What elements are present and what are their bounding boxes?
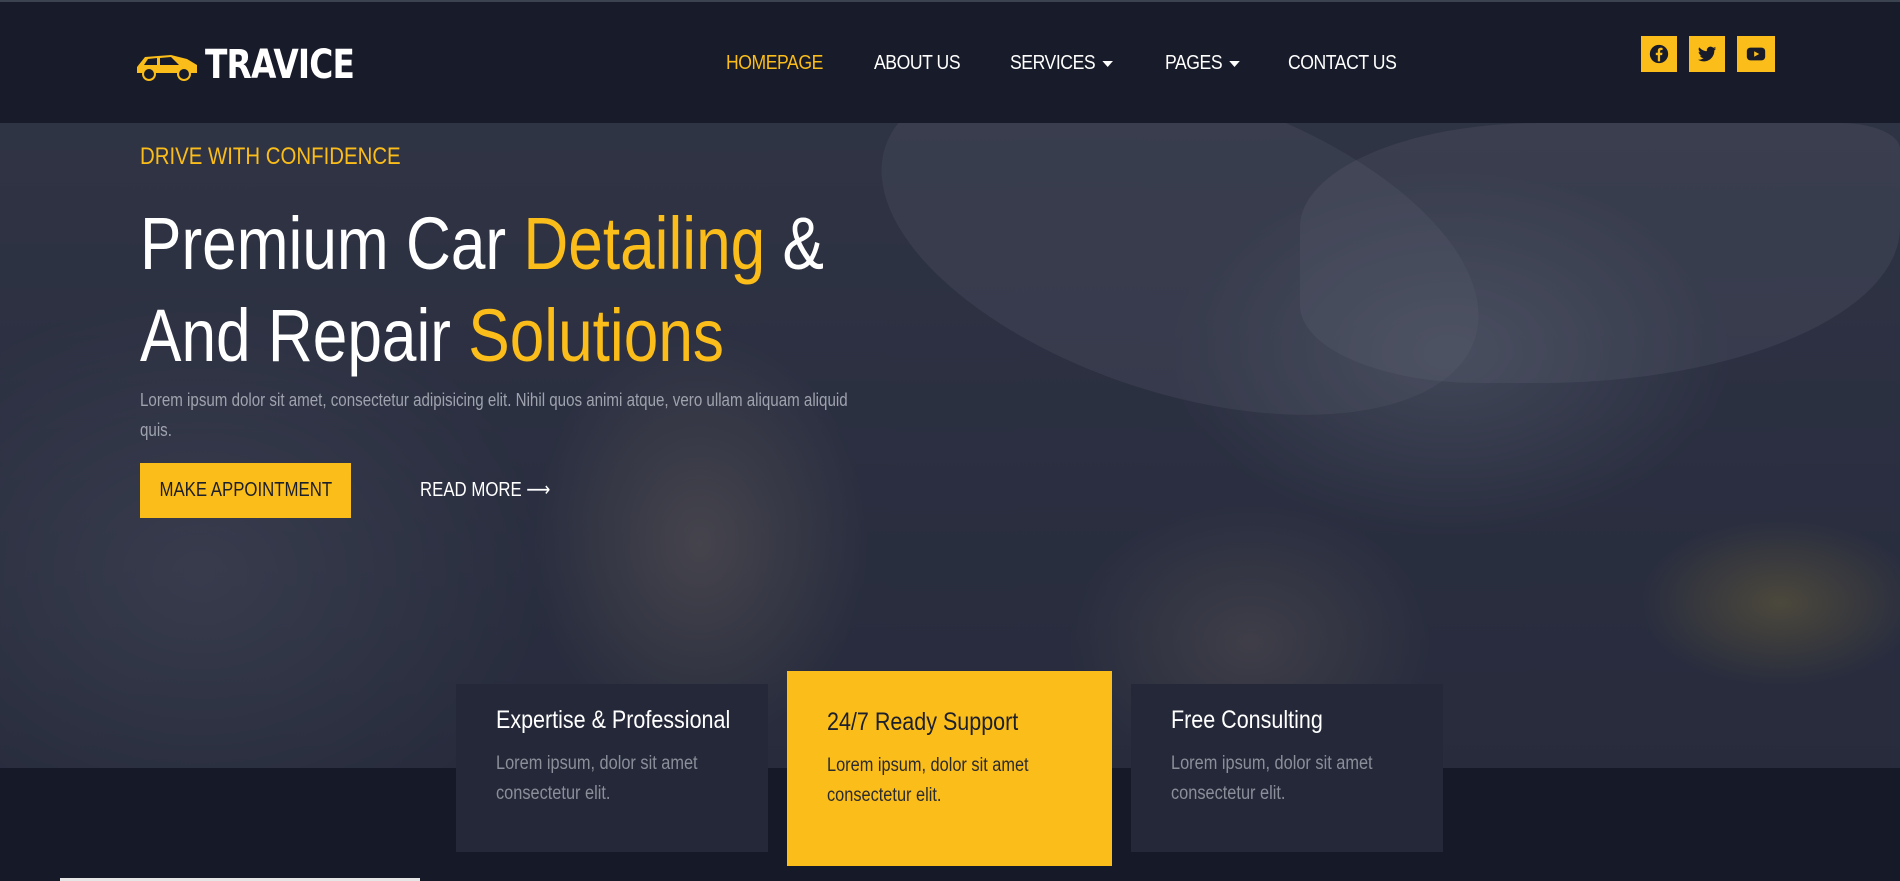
button-label: MAKE APPOINTMENT: [159, 479, 332, 501]
feature-card-highlighted[interactable]: 24/7 Ready Support Lorem ipsum, dolor si…: [787, 671, 1112, 866]
main-nav: HOMEPAGE ABOUT US SERVICES PAGES CONTACT…: [726, 52, 1411, 75]
feature-card[interactable]: Free Consulting Lorem ipsum, dolor sit a…: [1131, 684, 1443, 852]
caret-down-icon: [1102, 60, 1113, 67]
make-appointment-button[interactable]: MAKE APPOINTMENT: [140, 463, 351, 518]
caret-down-icon: [1228, 60, 1240, 67]
brand-name: TRAVICE: [205, 42, 355, 88]
hero-headline: Premium Car Detailing & And Repair Solut…: [140, 198, 824, 382]
facebook-button[interactable]: [1641, 36, 1677, 72]
feature-description: Lorem ipsum, dolor sit amet consectetur …: [496, 753, 698, 804]
car-icon: [137, 55, 197, 81]
twitter-button[interactable]: [1689, 36, 1725, 72]
nav-item-pages[interactable]: PAGES: [1165, 52, 1240, 75]
headline-highlight: Detailing: [523, 202, 766, 285]
nav-label: HOMEPAGE: [726, 52, 823, 74]
feature-card[interactable]: Expertise & Professional Lorem ipsum, do…: [456, 684, 768, 852]
feature-description: Lorem ipsum, dolor sit amet consectetur …: [1171, 753, 1373, 804]
read-more-link[interactable]: READ MORE ⟶: [420, 477, 551, 502]
nav-item-homepage[interactable]: HOMEPAGE: [726, 52, 823, 75]
feature-description: Lorem ipsum, dolor sit amet consectetur …: [827, 755, 1029, 806]
nav-label: SERVICES: [1009, 52, 1096, 74]
social-links: [1641, 36, 1775, 72]
headline-highlight: Solutions: [468, 294, 724, 377]
headline-text: &: [765, 202, 824, 285]
hero-eyebrow: DRIVE WITH CONFIDENCE: [140, 143, 401, 170]
nav-label: CONTACT US: [1287, 52, 1397, 74]
facebook-icon: [1649, 44, 1669, 64]
hero-description: Lorem ipsum dolor sit amet, consectetur …: [140, 390, 848, 440]
nav-item-services[interactable]: SERVICES: [1010, 52, 1113, 75]
youtube-icon: [1746, 47, 1766, 61]
youtube-button[interactable]: [1737, 36, 1775, 72]
nav-label: PAGES: [1164, 52, 1223, 74]
nav-label: ABOUT US: [874, 52, 961, 74]
feature-title: 24/7 Ready Support: [827, 708, 1019, 736]
feature-title: Expertise & Professional: [496, 706, 731, 734]
nav-item-about-us[interactable]: ABOUT US: [874, 52, 961, 75]
headline-text: Premium Car: [140, 202, 524, 285]
logo[interactable]: TRAVICE: [131, 40, 387, 90]
twitter-icon: [1697, 46, 1717, 62]
site-header: TRAVICE HOMEPAGE ABOUT US SERVICES PAGES…: [0, 2, 1900, 123]
headline-text: And Repair: [140, 294, 469, 377]
feature-title: Free Consulting: [1171, 706, 1323, 734]
nav-item-contact-us[interactable]: CONTACT US: [1287, 52, 1397, 75]
